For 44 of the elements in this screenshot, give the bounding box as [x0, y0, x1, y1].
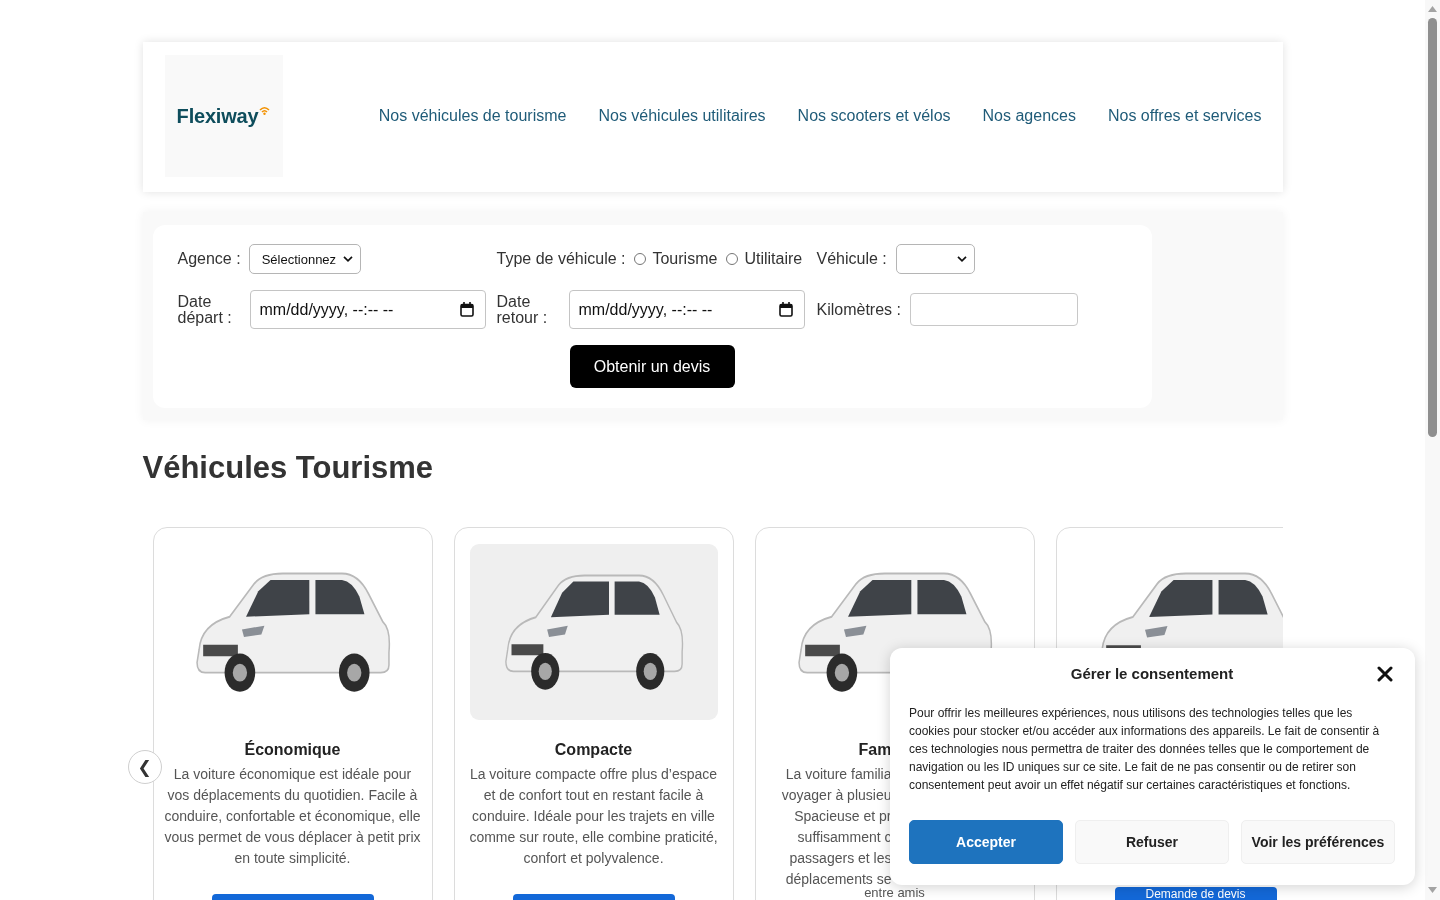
scroll-up-icon[interactable] — [1428, 6, 1437, 12]
date-field[interactable]: mm/dd/yyyy, --:-- -- — [568, 290, 805, 329]
calendar-icon[interactable] — [778, 302, 793, 317]
radio-label[interactable]: Tourisme — [652, 250, 718, 268]
preferences-button[interactable]: Voir les préférences — [1241, 820, 1395, 864]
nav-link[interactable]: Nos agences — [982, 107, 1076, 125]
logo-text: Flexiway — [176, 105, 259, 127]
card-title: Fam — [858, 740, 892, 760]
nav-link[interactable]: Nos scooters et vélos — [797, 107, 951, 125]
vehicle-select[interactable] — [895, 244, 975, 274]
wifi-icon — [259, 106, 271, 115]
nav-link[interactable]: Nos véhicules de tourisme — [378, 107, 567, 125]
chevron-down-icon — [342, 256, 353, 262]
field-label: Véhicule : — [816, 250, 887, 268]
card-description: La voiture compacte offre plus d’espace et de confort tout en restant facile à conduire. Idéale pour les trajets en ville comme sur route, elle combine praticité, confort et polyvalence. — [468, 765, 719, 868]
field-label: Agence : — [177, 250, 241, 268]
field-label: Type de véhicule : — [496, 250, 626, 268]
card-description: entre amis — [864, 887, 925, 898]
date-field[interactable]: mm/dd/yyyy, --:-- -- — [249, 290, 486, 329]
quote-button[interactable]: Demande de devis — [1114, 887, 1277, 900]
close-icon[interactable] — [1377, 666, 1393, 682]
dialog-text: Pour offrir les meilleures expériences, nous utilisons des technologies telles que les cookies pour stocker et/ou accéder aux informations des appareils. Le fait de consentir à ces technologies nous permettra de traiter des données telles que le comportement de navigation ou les ID uniques sur ce site. Le fait de ne pas consentir ou de retirer son consentement peut avoir un effet négatif sur certaines caractéristiques et fonctions. — [909, 705, 1381, 794]
field-label: Kilomètres : — [816, 300, 901, 319]
card-title: Compacte — [554, 740, 633, 760]
quote-submit-button[interactable]: Obtenir un devis — [569, 345, 735, 388]
nav-link[interactable]: Nos offres et services — [1107, 107, 1262, 125]
scroll-down-icon[interactable] — [1428, 887, 1437, 893]
previous-button[interactable]: ❮ — [127, 750, 162, 784]
accept-button[interactable]: Accepter — [909, 820, 1063, 864]
refuse-button[interactable]: Refuser — [1075, 820, 1229, 864]
field-label: Date retour : — [496, 293, 549, 326]
scrollbar-thumb[interactable] — [1428, 18, 1437, 437]
card-description: La voiture économique est idéale pour vos déplacements du quotidien. Facile à conduire, confortable et économique, elle vous permet de vous déplacer à petit prix en toute simplicité. — [163, 765, 422, 868]
agency-select[interactable]: Sélectionnez — [248, 244, 361, 274]
section-title: Véhicules Tourisme — [142, 449, 435, 487]
nav-link[interactable]: Nos véhicules utilitaires — [598, 107, 766, 125]
field-label: Date départ : — [177, 293, 233, 326]
kilometers-field[interactable] — [909, 293, 1078, 326]
calendar-icon[interactable] — [459, 302, 474, 317]
dialog-title: Gérer le consentement — [1070, 664, 1234, 684]
logo-tile[interactable]: Flexiway — [164, 55, 283, 177]
card-title: Économique — [244, 740, 341, 760]
chevron-down-icon — [956, 256, 967, 262]
radio-label[interactable]: Utilitaire — [744, 250, 803, 268]
